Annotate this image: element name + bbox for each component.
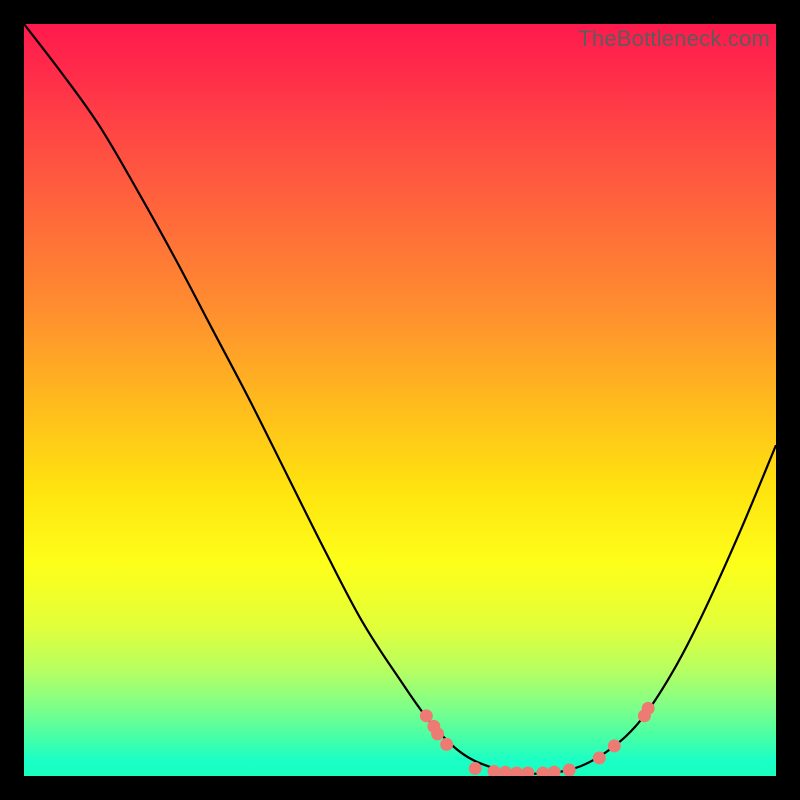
chart-svg [24, 24, 776, 776]
curve-marker-icon [499, 766, 512, 776]
curve-marker-icon [593, 751, 606, 764]
curve-markers [420, 702, 655, 776]
curve-marker-icon [548, 766, 561, 776]
curve-marker-icon [510, 766, 523, 776]
curve-marker-icon [642, 702, 655, 715]
plot-area [24, 24, 776, 776]
curve-marker-icon [521, 766, 534, 776]
chart-frame: TheBottleneck.com [0, 0, 800, 800]
watermark-label: TheBottleneck.com [578, 26, 770, 52]
curve-marker-icon [608, 739, 621, 752]
curve-marker-icon [469, 762, 482, 775]
curve-marker-icon [420, 709, 433, 722]
bottleneck-curve [24, 24, 776, 774]
curve-marker-icon [431, 727, 444, 740]
curve-marker-icon [440, 738, 453, 751]
curve-marker-icon [563, 763, 576, 776]
curve-marker-icon [536, 766, 549, 776]
